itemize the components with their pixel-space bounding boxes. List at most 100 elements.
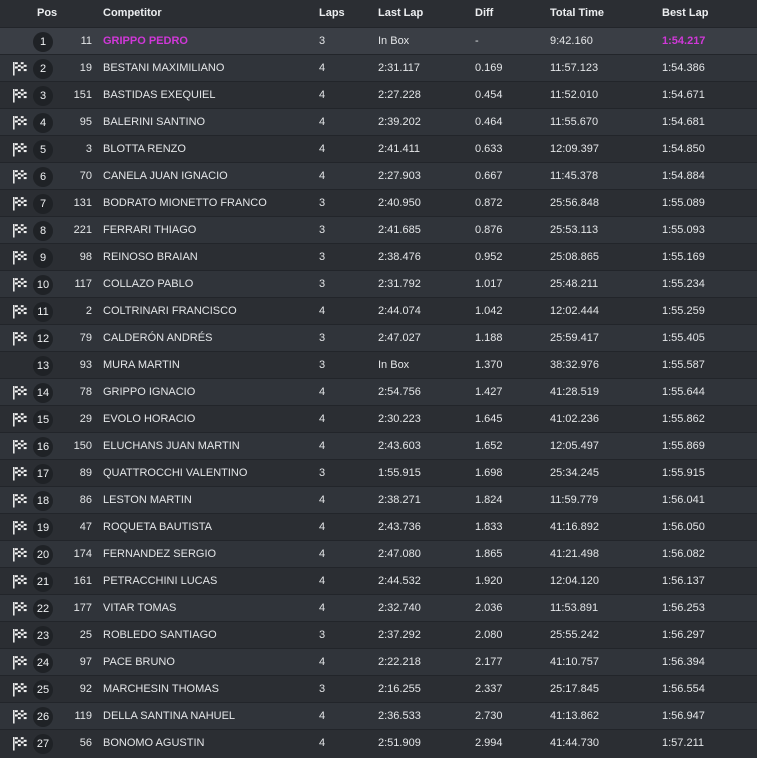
total-time: 41:10.757 (550, 656, 599, 668)
competitor-name[interactable]: COLTRINARI FRANCISCO (103, 298, 313, 325)
table-row[interactable]: 16 150 ELUCHANS JUAN MARTIN 4 2:43.603 1… (0, 432, 757, 459)
competitor-name[interactable]: FERNANDEZ SERGIO (103, 541, 313, 568)
position-cell: 10 (33, 271, 53, 298)
diff-time: 0.952 (475, 251, 503, 263)
table-row[interactable]: 19 47 ROQUETA BAUTISTA 4 2:43.736 1.833 … (0, 513, 757, 540)
best-lap-time: 1:54.681 (662, 116, 705, 128)
table-row[interactable]: 22 177 VITAR TOMAS 4 2:32.740 2.036 11:5… (0, 594, 757, 621)
table-row[interactable]: 14 78 GRIPPO IGNACIO 4 2:54.756 1.427 41… (0, 378, 757, 405)
header-best-lap[interactable]: Best Lap (662, 0, 742, 27)
table-row[interactable]: 25 92 MARCHESIN THOMAS 3 2:16.255 2.337 … (0, 675, 757, 702)
competitor-name[interactable]: DELLA SANTINA NAHUEL (103, 703, 313, 730)
table-row[interactable]: 24 97 PACE BRUNO 4 2:22.218 2.177 41:10.… (0, 648, 757, 675)
position-cell: 13 (33, 352, 53, 379)
table-row[interactable]: 3 151 BASTIDAS EXEQUIEL 4 2:27.228 0.454… (0, 81, 757, 108)
kart-number: 221 (73, 224, 92, 236)
competitor-name[interactable]: CALDERÓN ANDRÉS (103, 325, 313, 352)
competitor-name[interactable]: ROQUETA BAUTISTA (103, 514, 313, 541)
diff-time: 2.177 (475, 656, 503, 668)
competitor-name[interactable]: CANELA JUAN IGNACIO (103, 163, 313, 190)
position-cell: 15 (33, 406, 53, 433)
table-row[interactable]: 17 89 QUATTROCCHI VALENTINO 3 1:55.915 1… (0, 459, 757, 486)
last-lap-time: 2:31.792 (378, 278, 421, 290)
total-time: 25:17.845 (550, 683, 599, 695)
diff-time: 2.337 (475, 683, 503, 695)
table-row[interactable]: 10 117 COLLAZO PABLO 3 2:31.792 1.017 25… (0, 270, 757, 297)
laps-count: 3 (319, 359, 326, 371)
table-row[interactable]: 1 11 GRIPPO PEDRO 3 In Box - 9:42.160 1:… (0, 27, 757, 54)
table-row[interactable]: 5 3 BLOTTA RENZO 4 2:41.411 0.633 12:09.… (0, 135, 757, 162)
competitor-name[interactable]: BLOTTA RENZO (103, 136, 313, 163)
diff-time: 0.169 (475, 62, 503, 74)
competitor-name[interactable]: COLLAZO PABLO (103, 271, 313, 298)
table-row[interactable]: 23 25 ROBLEDO SANTIAGO 3 2:37.292 2.080 … (0, 621, 757, 648)
table-row[interactable]: 2 19 BESTANI MAXIMILIANO 4 2:31.117 0.16… (0, 54, 757, 81)
position-cell: 20 (33, 541, 53, 568)
table-row[interactable]: 11 2 COLTRINARI FRANCISCO 4 2:44.074 1.0… (0, 297, 757, 324)
best-lap-time: 1:56.041 (662, 494, 705, 506)
best-lap-time: 1:56.082 (662, 548, 705, 560)
table-row[interactable]: 6 70 CANELA JUAN IGNACIO 4 2:27.903 0.66… (0, 162, 757, 189)
header-total-time[interactable]: Total Time (550, 0, 640, 27)
table-row[interactable]: 8 221 FERRARI THIAGO 3 2:41.685 0.876 25… (0, 216, 757, 243)
competitor-name[interactable]: REINOSO BRAIAN (103, 244, 313, 271)
header-competitor[interactable]: Competitor (103, 0, 313, 27)
header-last-lap[interactable]: Last Lap (378, 0, 458, 27)
flag-cell (12, 379, 30, 406)
competitor-name[interactable]: MARCHESIN THOMAS (103, 676, 313, 703)
table-row[interactable]: 12 79 CALDERÓN ANDRÉS 3 2:47.027 1.188 2… (0, 324, 757, 351)
competitor-name[interactable]: BODRATO MIONETTO FRANCO (103, 190, 313, 217)
flag-cell (12, 82, 30, 109)
diff-time: 1.017 (475, 278, 503, 290)
table-row[interactable]: 7 131 BODRATO MIONETTO FRANCO 3 2:40.950… (0, 189, 757, 216)
total-time: 12:04.120 (550, 575, 599, 587)
competitor-name[interactable]: EVOLO HORACIO (103, 406, 313, 433)
competitor-name[interactable]: LESTON MARTIN (103, 487, 313, 514)
competitor-name[interactable]: BONOMO AGUSTIN (103, 730, 313, 757)
last-lap-time: 2:37.292 (378, 629, 421, 641)
position-badge: 8 (33, 220, 53, 241)
competitor-name[interactable]: BASTIDAS EXEQUIEL (103, 82, 313, 109)
laps-count: 4 (319, 575, 326, 587)
competitor-name[interactable]: MURA MARTIN (103, 352, 313, 379)
competitor-name[interactable]: ELUCHANS JUAN MARTIN (103, 433, 313, 460)
competitor-name[interactable]: ROBLEDO SANTIAGO (103, 622, 313, 649)
last-lap-time: 2:41.411 (378, 143, 421, 155)
table-row[interactable]: 18 86 LESTON MARTIN 4 2:38.271 1.824 11:… (0, 486, 757, 513)
competitor-name[interactable]: GRIPPO IGNACIO (103, 379, 313, 406)
table-row[interactable]: 26 119 DELLA SANTINA NAHUEL 4 2:36.533 2… (0, 702, 757, 729)
table-row[interactable]: 13 93 MURA MARTIN 3 In Box 1.370 38:32.9… (0, 351, 757, 378)
competitor-name[interactable]: GRIPPO PEDRO (103, 28, 313, 55)
best-lap-time: 1:54.217 (662, 35, 706, 47)
kart-number: 151 (73, 89, 92, 101)
flag-cell (12, 541, 30, 568)
header-laps[interactable]: Laps (319, 0, 359, 27)
competitor-name[interactable]: FERRARI THIAGO (103, 217, 313, 244)
diff-time: 2.080 (475, 629, 503, 641)
diff-time: 0.464 (475, 116, 503, 128)
position-badge: 3 (33, 85, 53, 106)
last-lap-time: 2:40.950 (378, 197, 421, 209)
table-row[interactable]: 20 174 FERNANDEZ SERGIO 4 2:47.080 1.865… (0, 540, 757, 567)
position-cell: 18 (33, 487, 53, 514)
table-row[interactable]: 15 29 EVOLO HORACIO 4 2:30.223 1.645 41:… (0, 405, 757, 432)
competitor-name[interactable]: BALERINI SANTINO (103, 109, 313, 136)
table-body: 1 11 GRIPPO PEDRO 3 In Box - 9:42.160 1:… (0, 27, 757, 756)
table-row[interactable]: 9 98 REINOSO BRAIAN 3 2:38.476 0.952 25:… (0, 243, 757, 270)
competitor-name[interactable]: QUATTROCCHI VALENTINO (103, 460, 313, 487)
competitor-name[interactable]: PACE BRUNO (103, 649, 313, 676)
last-lap-time: 2:36.533 (378, 710, 421, 722)
table-row[interactable]: 21 161 PETRACCHINI LUCAS 4 2:44.532 1.92… (0, 567, 757, 594)
competitor-name[interactable]: VITAR TOMAS (103, 595, 313, 622)
kart-number: 95 (79, 116, 92, 128)
best-lap-time: 1:55.587 (662, 359, 705, 371)
diff-time: 0.454 (475, 89, 503, 101)
competitor-name[interactable]: PETRACCHINI LUCAS (103, 568, 313, 595)
header-diff[interactable]: Diff (475, 0, 535, 27)
kart-number: 98 (79, 251, 92, 263)
table-row[interactable]: 4 95 BALERINI SANTINO 4 2:39.202 0.464 1… (0, 108, 757, 135)
competitor-name[interactable]: BESTANI MAXIMILIANO (103, 55, 313, 82)
last-lap-time: In Box (378, 35, 410, 47)
table-row[interactable]: 27 56 BONOMO AGUSTIN 4 2:51.909 2.994 41… (0, 729, 757, 756)
laps-count: 4 (319, 62, 326, 74)
